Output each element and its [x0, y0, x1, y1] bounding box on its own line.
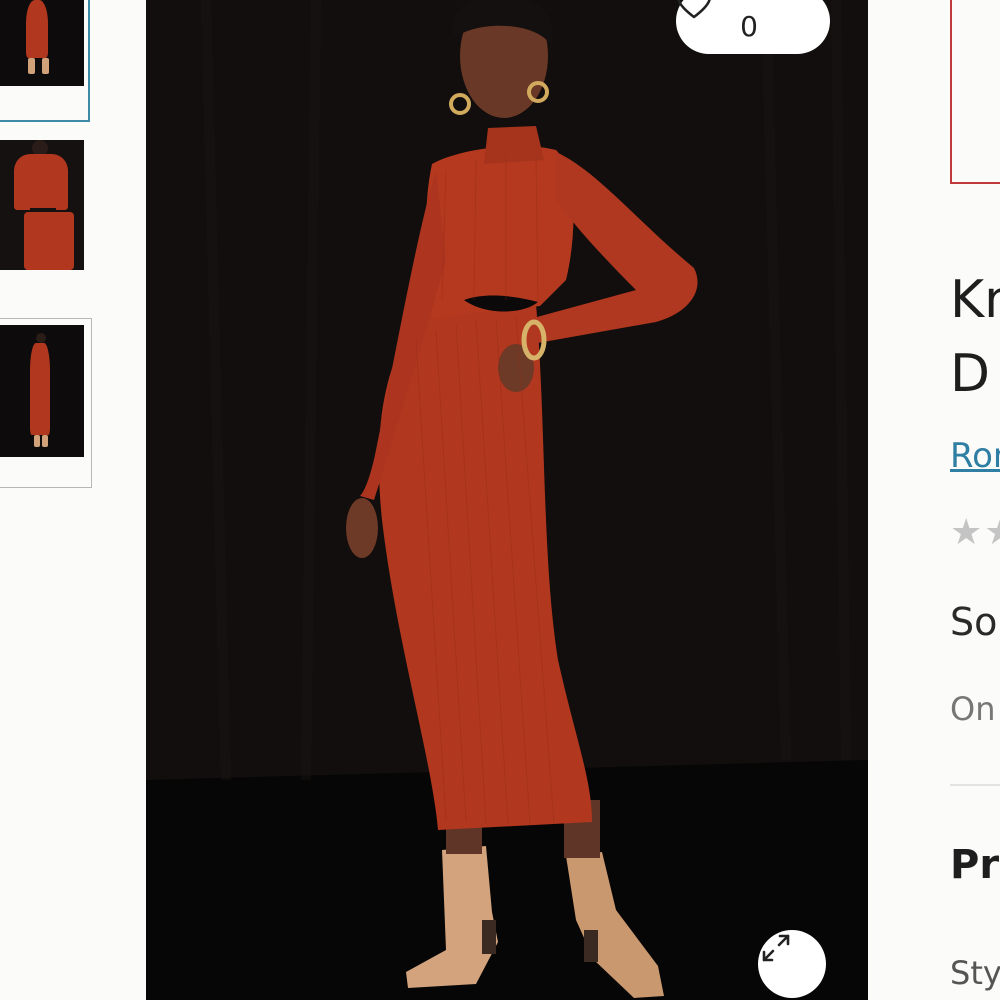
divider — [950, 784, 1000, 786]
style-label: Sty — [950, 954, 1000, 992]
online-availability-text: On — [950, 690, 996, 728]
thumbnail-image — [0, 0, 84, 86]
model-photo — [146, 0, 868, 1000]
like-button[interactable]: 0 — [676, 0, 830, 54]
color-swatch-selected[interactable] — [950, 0, 1000, 184]
thumbnail-gallery — [0, 0, 100, 1000]
product-info-panel: Kn D Ron ★★ So On Pro Sty — [868, 0, 1000, 1000]
rating-stars[interactable]: ★★ — [950, 512, 1000, 553]
expand-image-button[interactable] — [758, 930, 826, 998]
product-title-line-1: Kn — [950, 270, 1000, 330]
product-main-image[interactable]: 0 — [146, 0, 868, 1000]
thumbnail-2[interactable] — [0, 140, 84, 270]
thumbnail-1[interactable] — [0, 0, 90, 122]
thumbnail-3[interactable] — [0, 318, 92, 488]
product-details-heading[interactable]: Pro — [950, 842, 1000, 888]
sold-by-text: So — [950, 600, 998, 644]
thumbnail-image — [0, 140, 84, 270]
brand-link[interactable]: Ron — [950, 436, 1000, 476]
thumbnail-image — [0, 325, 84, 457]
like-count: 0 — [740, 9, 758, 43]
product-title-line-2: D — [950, 344, 991, 404]
